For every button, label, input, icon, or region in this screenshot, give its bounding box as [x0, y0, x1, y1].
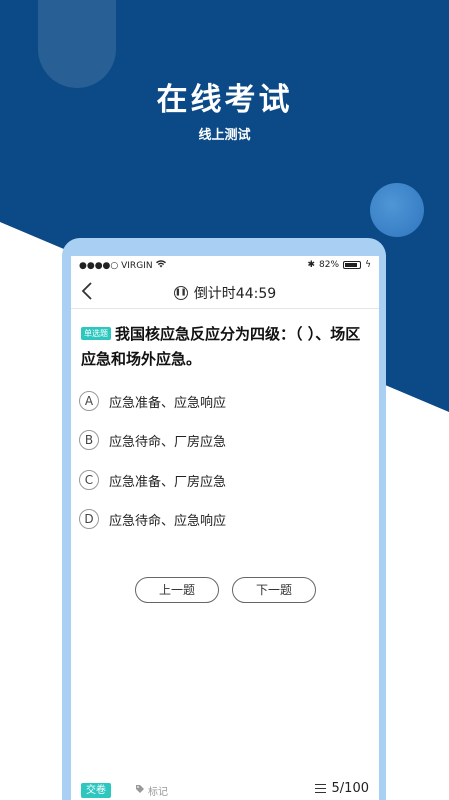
hero-subtitle: 线上测试	[198, 128, 251, 143]
prev-question-button[interactable]: 上一题	[135, 577, 219, 603]
mark-label: 标记	[148, 787, 168, 798]
option-text: 应急待命、应急响应	[109, 513, 227, 529]
option-d[interactable]: D 应急待命、应急响应	[79, 508, 369, 530]
question-stem: 我国核应急反应分为四级：（ ）、场区应急和场外应急。	[81, 325, 361, 368]
option-c[interactable]: C 应急准备、厂房应急	[79, 469, 369, 491]
option-text: 应急准备、应急响应	[109, 395, 227, 411]
question-text: 单选题 我国核应急反应分为四级：（ ）、场区应急和场外应急。	[81, 322, 371, 372]
next-question-button[interactable]: 下一题	[232, 577, 316, 603]
nav-bar: ❚❚ 倒计时44:59	[71, 278, 379, 308]
option-letter: C	[79, 470, 99, 490]
battery-icon	[343, 261, 362, 269]
option-b[interactable]: B 应急待命、厂房应急	[79, 429, 369, 451]
chevron-left-icon[interactable]	[81, 282, 93, 304]
option-text: 应急准备、厂房应急	[109, 474, 227, 490]
list-icon[interactable]	[314, 784, 326, 793]
charging-icon: ϟ	[365, 260, 371, 270]
tag-icon	[135, 784, 145, 797]
progress-count: 5/100	[331, 781, 369, 796]
mark-button[interactable]: 标记	[135, 783, 168, 798]
option-letter: B	[79, 430, 99, 450]
countdown-timer: 倒计时44:59	[193, 286, 277, 302]
decorative-circle	[370, 183, 424, 237]
carrier-label: ●●●●○ VIRGIN	[79, 260, 153, 271]
option-text: 应急待命、厂房应急	[109, 434, 227, 450]
option-letter: A	[79, 391, 99, 411]
pause-icon[interactable]: ❚❚	[173, 286, 188, 300]
status-bar: ●●●●○ VIRGIN ✱ 82% ϟ	[71, 256, 379, 274]
nav-divider	[71, 308, 379, 309]
hero-title: 在线考试	[156, 82, 293, 118]
bluetooth-icon: ✱	[307, 260, 316, 270]
submit-exam-button[interactable]: 交卷	[81, 783, 111, 798]
question-type-badge: 单选题	[81, 327, 111, 340]
option-letter: D	[79, 509, 99, 529]
progress-indicator: 5/100	[314, 781, 369, 796]
wifi-icon	[155, 260, 166, 271]
bottom-bar: 交卷 标记 5/100	[71, 779, 379, 800]
phone-screen: ●●●●○ VIRGIN ✱ 82% ϟ ❚❚ 倒计时44:59 单选题 我国核应…	[71, 256, 379, 800]
battery-percent: 82%	[319, 260, 340, 270]
option-a[interactable]: A 应急准备、应急响应	[79, 390, 369, 412]
